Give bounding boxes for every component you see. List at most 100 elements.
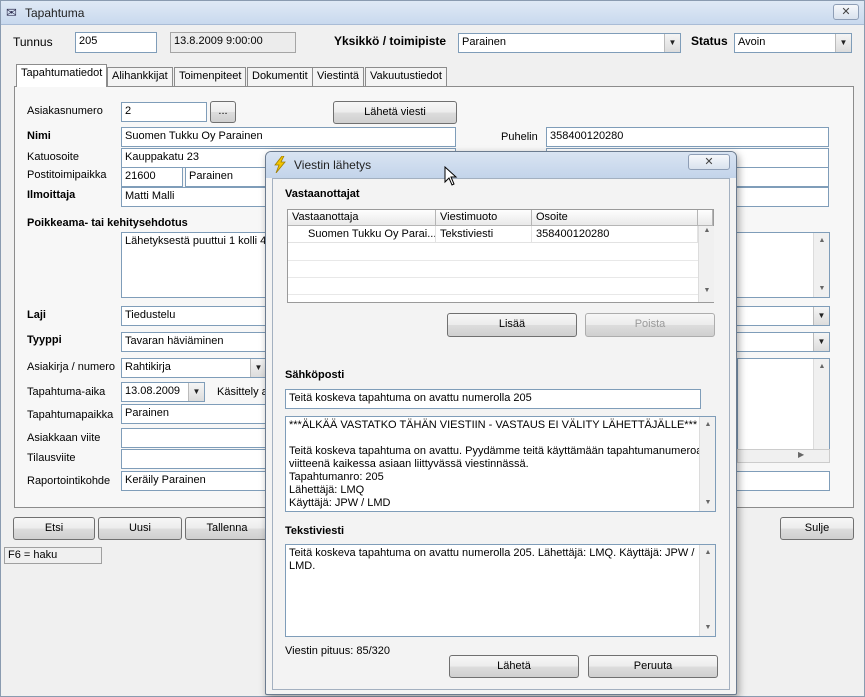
laji-label: Laji	[27, 309, 46, 321]
scroll-down-icon[interactable]: ▼	[814, 282, 829, 296]
scroll-up-icon[interactable]: ▲	[814, 360, 829, 374]
nimi-label: Nimi	[27, 130, 51, 142]
asiakasnumero-input[interactable]: 2	[121, 102, 207, 122]
yksikko-select[interactable]: Parainen ▼	[458, 33, 681, 53]
status-select[interactable]: Avoin ▼	[734, 33, 852, 53]
kasittely-label: Käsittely a	[217, 386, 268, 398]
tab-dokumentit[interactable]: Dokumentit	[247, 67, 313, 86]
scroll-up-icon[interactable]: ▲	[700, 546, 715, 560]
column-header-recipient[interactable]: Vastaanottaja	[288, 210, 436, 226]
dialog-title: Viestin lähetys	[294, 158, 372, 172]
scroll-right-icon[interactable]: ▶	[798, 450, 804, 459]
yksikko-label: Yksikkö / toimipiste	[334, 34, 447, 48]
save-button[interactable]: Tallenna	[185, 517, 269, 540]
email-body-line: Tapahtumanro: 205	[289, 471, 384, 483]
postitoimipaikka-label: Postitoimipaikka	[27, 169, 107, 181]
grid-line	[288, 294, 698, 295]
send-message-dialog: Viestin lähetys ✕ Vastaanottajat Vastaan…	[265, 151, 737, 695]
chevron-down-icon: ▼	[250, 359, 266, 377]
dialog-body: Vastaanottajat Vastaanottaja Viestimuoto…	[272, 178, 730, 690]
tapahtuma-aika-label: Tapahtuma-aika	[27, 386, 106, 398]
sms-body-line: LMD.	[289, 560, 316, 572]
tyyppi-value: Tavaran häviäminen	[125, 335, 224, 347]
email-body-line: ***ÄLKÄÄ VASTATKO TÄHÄN VIESTIIN - VASTA…	[289, 419, 698, 431]
close-icon: ✕	[704, 156, 714, 168]
ilmoittaja-label: Ilmoittaja	[27, 189, 76, 201]
dialog-close-button[interactable]: ✕	[688, 154, 730, 170]
asiakasnumero-label: Asiakasnumero	[27, 105, 103, 117]
column-header-method[interactable]: Viestimuoto	[436, 210, 532, 226]
scroll-up-icon[interactable]: ▲	[700, 418, 715, 432]
tyyppi-label: Tyyppi	[27, 334, 62, 346]
tab-alihankkijat[interactable]: Alihankkijat	[107, 67, 173, 86]
puhelin-label: Puhelin	[501, 131, 538, 143]
chevron-down-icon: ▼	[813, 333, 829, 351]
close-button[interactable]: ✕	[833, 4, 859, 20]
mouse-cursor-icon	[444, 166, 458, 186]
asiakkaan-viite-input[interactable]	[121, 428, 281, 448]
column-header-address[interactable]: Osoite	[532, 210, 698, 226]
poikkeama-label: Poikkeama- tai kehitysehdotus	[27, 217, 188, 229]
tab-vakuutustiedot[interactable]: Vakuutustiedot	[365, 67, 447, 86]
recipients-grid[interactable]: Vastaanottaja Viestimuoto Osoite Suomen …	[287, 209, 714, 303]
notes-textarea[interactable]: ▲ ▼	[737, 358, 830, 462]
laji-value: Tiedustelu	[125, 309, 176, 321]
tab-tapahtumatiedot[interactable]: Tapahtumatiedot	[16, 64, 108, 87]
recipient-cell: Suomen Tukku Oy Parai...	[288, 226, 436, 243]
dialog-titlebar[interactable]: Viestin lähetys ✕	[266, 152, 736, 178]
remove-recipient-button[interactable]: Poista	[585, 313, 715, 337]
tapahtuma-aika-picker[interactable]: 13.08.2009 ▼	[121, 382, 205, 402]
search-button[interactable]: Etsi	[13, 517, 95, 540]
katuosoite-label: Katuosoite	[27, 151, 79, 163]
browse-customer-button[interactable]: ...	[210, 101, 236, 123]
sms-body-textarea[interactable]: Teitä koskeva tapahtuma on avattu numero…	[285, 544, 716, 637]
tapahtumapaikka-label: Tapahtumapaikka	[27, 409, 114, 421]
add-recipient-button[interactable]: Lisää	[447, 313, 577, 337]
email-body-textarea[interactable]: ***ÄLKÄÄ VASTATKO TÄHÄN VIESTIIN - VASTA…	[285, 416, 716, 512]
cancel-button[interactable]: Peruuta	[588, 655, 718, 678]
email-body-scrollbar[interactable]: ▲ ▼	[699, 417, 715, 511]
main-titlebar[interactable]: ✉ Tapahtuma ✕	[1, 1, 864, 25]
nimi-input[interactable]: Suomen Tukku Oy Parainen	[121, 127, 456, 147]
scroll-up-icon[interactable]: ▲	[699, 227, 715, 241]
close-form-button[interactable]: Sulje	[780, 517, 854, 540]
tab-toimenpiteet[interactable]: Toimenpiteet	[174, 67, 247, 86]
scroll-down-icon[interactable]: ▼	[700, 496, 715, 510]
status-bar-hint: F6 = haku	[4, 547, 102, 564]
status-label: Status	[691, 34, 728, 48]
horizontal-scrollbar[interactable]: ▶	[737, 449, 830, 463]
send-message-button[interactable]: Lähetä viesti	[333, 101, 457, 124]
scroll-down-icon[interactable]: ▼	[699, 287, 715, 301]
puhelin-input[interactable]: 358400120280	[546, 127, 829, 147]
yksikko-value: Parainen	[462, 36, 507, 48]
recipients-scrollbar[interactable]: ▲ ▼	[698, 226, 714, 302]
asiakkaan-viite-label: Asiakkaan viite	[27, 432, 101, 444]
scroll-down-icon[interactable]: ▼	[700, 621, 715, 635]
app-icon: ✉	[6, 5, 17, 20]
scroll-up-icon[interactable]: ▲	[814, 234, 829, 248]
email-body-line: Lähettäjä: LMQ	[289, 484, 365, 496]
chevron-down-icon: ▼	[813, 307, 829, 325]
tapahtumapaikka-input[interactable]: Parainen	[121, 404, 281, 424]
status-value: Avoin	[738, 36, 766, 48]
recipients-heading: Vastaanottajat	[285, 188, 360, 200]
postinumero-input[interactable]: 21600	[121, 167, 183, 187]
notes-scrollbar[interactable]: ▲ ▼	[813, 359, 829, 461]
lightning-icon	[274, 156, 286, 173]
tab-viestinta[interactable]: Viestintä	[312, 67, 364, 86]
sms-body-scrollbar[interactable]: ▲ ▼	[699, 545, 715, 636]
grid-line	[288, 260, 698, 261]
poikkeama-scrollbar[interactable]: ▲ ▼	[813, 233, 829, 297]
asiakirja-label: Asiakirja / numero	[27, 361, 116, 373]
email-subject-input[interactable]: Teitä koskeva tapahtuma on avattu numero…	[285, 389, 701, 409]
email-body-line	[289, 432, 712, 445]
asiakirja-select[interactable]: Rahtikirja ▼	[121, 358, 267, 378]
email-heading: Sähköposti	[285, 369, 345, 381]
grid-line	[288, 277, 698, 278]
tilausviite-input[interactable]	[121, 449, 281, 469]
tunnus-input[interactable]: 205	[75, 32, 157, 53]
email-body-line: Teitä koskeva tapahtuma on avattu. Pyydä…	[289, 445, 703, 457]
send-button[interactable]: Lähetä	[449, 655, 579, 678]
new-button[interactable]: Uusi	[98, 517, 182, 540]
window-title: Tapahtuma	[25, 6, 85, 20]
